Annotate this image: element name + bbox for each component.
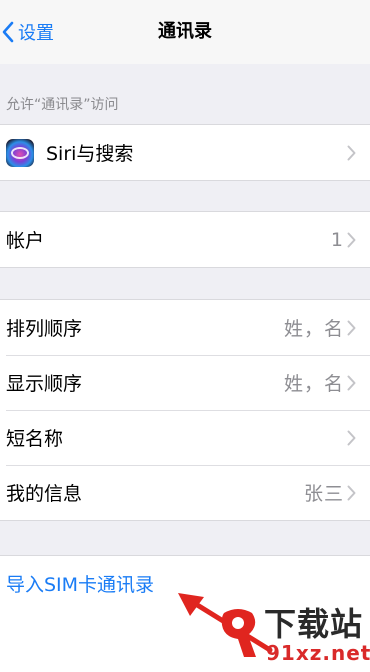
chevron-right-icon: [347, 485, 356, 500]
display-settings-group: 排列顺序 姓，名 显示顺序 姓，名 短名称 我的信息 张三: [0, 299, 370, 521]
accounts-label: 帐户: [6, 230, 45, 252]
siri-search-row[interactable]: Siri与搜索: [0, 125, 370, 180]
short-name-row[interactable]: 短名称: [0, 410, 370, 465]
sort-order-label: 排列顺序: [6, 318, 83, 340]
section-header-access: 允许“通讯录”访问: [6, 97, 119, 113]
siri-search-label: Siri与搜索: [46, 143, 134, 165]
access-group: Siri与搜索: [0, 124, 370, 181]
my-info-row[interactable]: 我的信息 张三: [0, 465, 370, 520]
sort-order-value: 姓，名: [283, 318, 344, 340]
siri-icon: [6, 138, 34, 167]
accounts-count: 1: [330, 228, 344, 251]
watermark-url: 91xz.net: [266, 641, 370, 665]
sort-order-row[interactable]: 排列顺序 姓，名: [0, 300, 370, 355]
display-order-label: 显示顺序: [6, 373, 83, 395]
navigation-bar: 设置 通讯录: [0, 0, 370, 64]
my-info-label: 我的信息: [6, 483, 83, 505]
chevron-right-icon: [347, 375, 356, 390]
watermark: 下载站 91xz.net: [218, 599, 370, 669]
watermark-title: 下载站: [264, 605, 364, 643]
chevron-right-icon: [347, 232, 356, 247]
short-name-label: 短名称: [6, 428, 64, 450]
accounts-group: 帐户 1: [0, 211, 370, 268]
chevron-right-icon: [347, 145, 356, 160]
page-title: 通讯录: [158, 21, 212, 42]
chevron-right-icon: [347, 320, 356, 335]
import-sim-contacts-button[interactable]: 导入SIM卡通讯录: [6, 570, 154, 597]
my-info-value: 张三: [303, 483, 344, 505]
chevron-right-icon: [347, 430, 356, 445]
display-order-value: 姓，名: [283, 373, 344, 395]
display-order-row[interactable]: 显示顺序 姓，名: [0, 355, 370, 410]
watermark-logo-icon: [221, 609, 256, 657]
accounts-row[interactable]: 帐户 1: [0, 212, 370, 267]
